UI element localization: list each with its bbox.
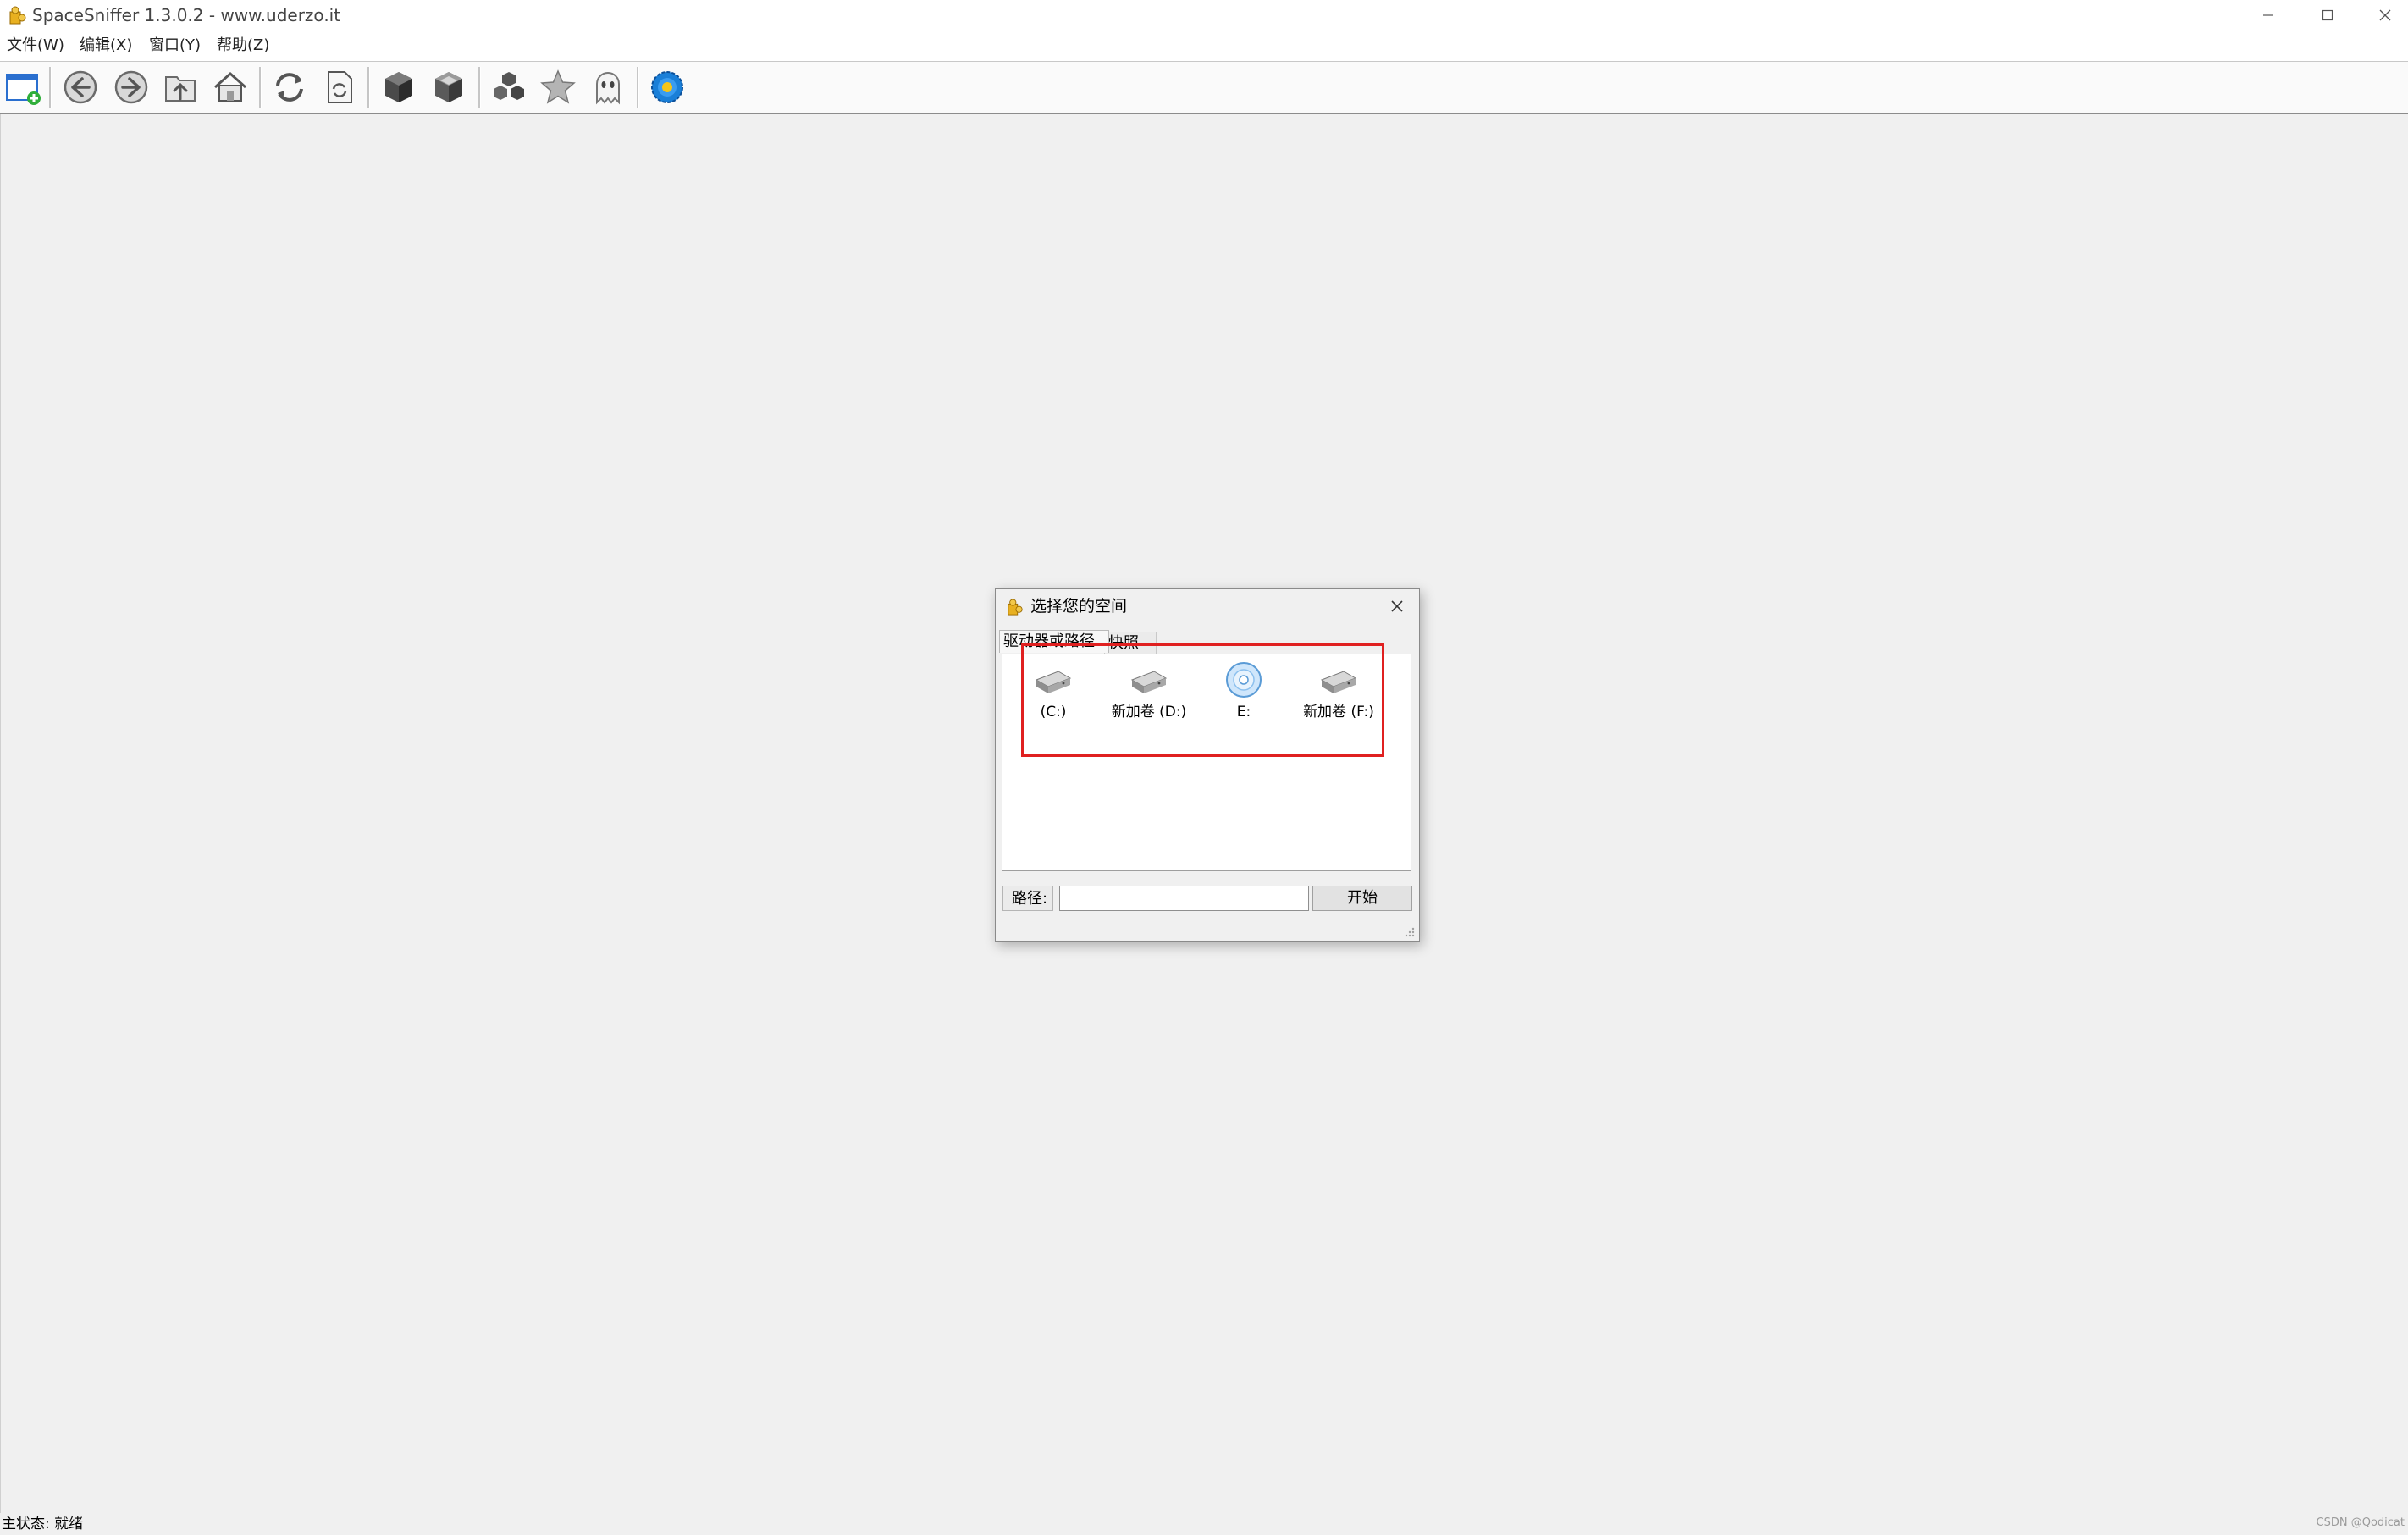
resize-grip-icon[interactable]: [1402, 925, 1416, 938]
menu-edit[interactable]: 编辑(X): [80, 30, 132, 61]
menu-window[interactable]: 窗口(Y): [149, 30, 201, 61]
back-arrow-icon: [64, 70, 97, 104]
gear-badge-icon: [651, 71, 683, 103]
refresh-document-button[interactable]: [318, 66, 361, 108]
choose-space-dialog: 选择您的空间 驱动器或路径 快照 (C:) 新加卷 (D:) E: 新加卷 (F…: [995, 588, 1420, 942]
new-window-icon: [6, 74, 41, 105]
drive-item-f[interactable]: 新加卷 (F:): [1293, 660, 1384, 736]
ghost-button[interactable]: [587, 66, 629, 108]
drive-list: (C:) 新加卷 (D:) E: 新加卷 (F:): [1002, 654, 1411, 871]
cube-dark-icon: [385, 72, 412, 102]
start-button[interactable]: 开始: [1312, 886, 1412, 911]
hard-drive-icon: [1320, 671, 1357, 693]
cube-open-button[interactable]: [428, 66, 470, 108]
cube-dark-button[interactable]: [378, 66, 420, 108]
dialog-close-button[interactable]: [1385, 594, 1409, 618]
favorites-button[interactable]: [537, 66, 579, 108]
toolbar-separator: [367, 67, 370, 108]
tab-drives-or-path[interactable]: 驱动器或路径: [999, 630, 1109, 653]
status-bar: 主状态: 就绪 CSDN @Qodicat: [0, 1513, 2408, 1535]
close-icon: [2379, 9, 2391, 21]
up-folder-button[interactable]: [159, 66, 202, 108]
star-icon: [540, 69, 576, 104]
dialog-title: 选择您的空间: [1030, 597, 1128, 616]
minimize-button[interactable]: [2239, 0, 2298, 30]
puzzle-icon: [8, 5, 27, 25]
drive-label: E:: [1236, 704, 1251, 721]
maximize-icon: [2322, 9, 2333, 21]
tab-snapshot[interactable]: 快照: [1104, 632, 1157, 654]
configure-button[interactable]: [646, 66, 688, 108]
window-title: SpaceSniffer 1.3.0.2 - www.uderzo.it: [32, 5, 341, 25]
puzzle-icon: [1007, 598, 1024, 616]
drive-label: (C:): [1040, 704, 1067, 721]
cube-open-icon: [435, 72, 462, 102]
refresh-document-icon: [328, 71, 352, 103]
back-button[interactable]: [59, 66, 102, 108]
up-folder-icon: [165, 76, 196, 102]
path-label: 路径:: [1002, 886, 1053, 911]
forward-arrow-icon: [114, 70, 148, 104]
toolbar-separator: [259, 67, 262, 108]
menu-help[interactable]: 帮助(Z): [217, 30, 269, 61]
menu-bar: 文件(W) 编辑(X) 窗口(Y) 帮助(Z): [0, 30, 2408, 62]
cubes-icon: [494, 72, 524, 100]
toolbar-separator: [478, 67, 481, 108]
home-button[interactable]: [209, 66, 251, 108]
drive-item-c[interactable]: (C:): [1008, 660, 1099, 736]
hard-drive-icon: [1130, 671, 1168, 693]
drive-item-e[interactable]: E:: [1198, 660, 1290, 736]
home-icon: [214, 71, 246, 102]
minimize-icon: [2263, 14, 2273, 16]
watermark-text: CSDN @Qodicat: [2316, 1516, 2405, 1529]
drive-item-d[interactable]: 新加卷 (D:): [1103, 660, 1195, 736]
title-bar: SpaceSniffer 1.3.0.2 - www.uderzo.it: [0, 0, 2408, 30]
refresh-icon: [276, 73, 303, 102]
hard-drive-icon: [1035, 671, 1072, 693]
path-input[interactable]: [1059, 886, 1309, 911]
close-button[interactable]: [2356, 0, 2408, 30]
toolbar: [0, 62, 2408, 114]
ghost-icon: [596, 72, 620, 105]
drive-label: 新加卷 (D:): [1111, 704, 1187, 721]
new-window-button[interactable]: [2, 66, 44, 108]
status-text: 主状态: 就绪: [2, 1516, 84, 1532]
drive-label: 新加卷 (F:): [1303, 704, 1374, 721]
maximize-button[interactable]: [2298, 0, 2357, 30]
cd-drive-icon: [1226, 662, 1262, 698]
refresh-button[interactable]: [268, 66, 311, 108]
toolbar-separator: [49, 67, 52, 108]
forward-button[interactable]: [110, 66, 152, 108]
cubes-button[interactable]: [488, 66, 530, 108]
menu-file[interactable]: 文件(W): [7, 30, 64, 61]
close-icon: [1391, 600, 1403, 612]
toolbar-separator: [637, 67, 639, 108]
